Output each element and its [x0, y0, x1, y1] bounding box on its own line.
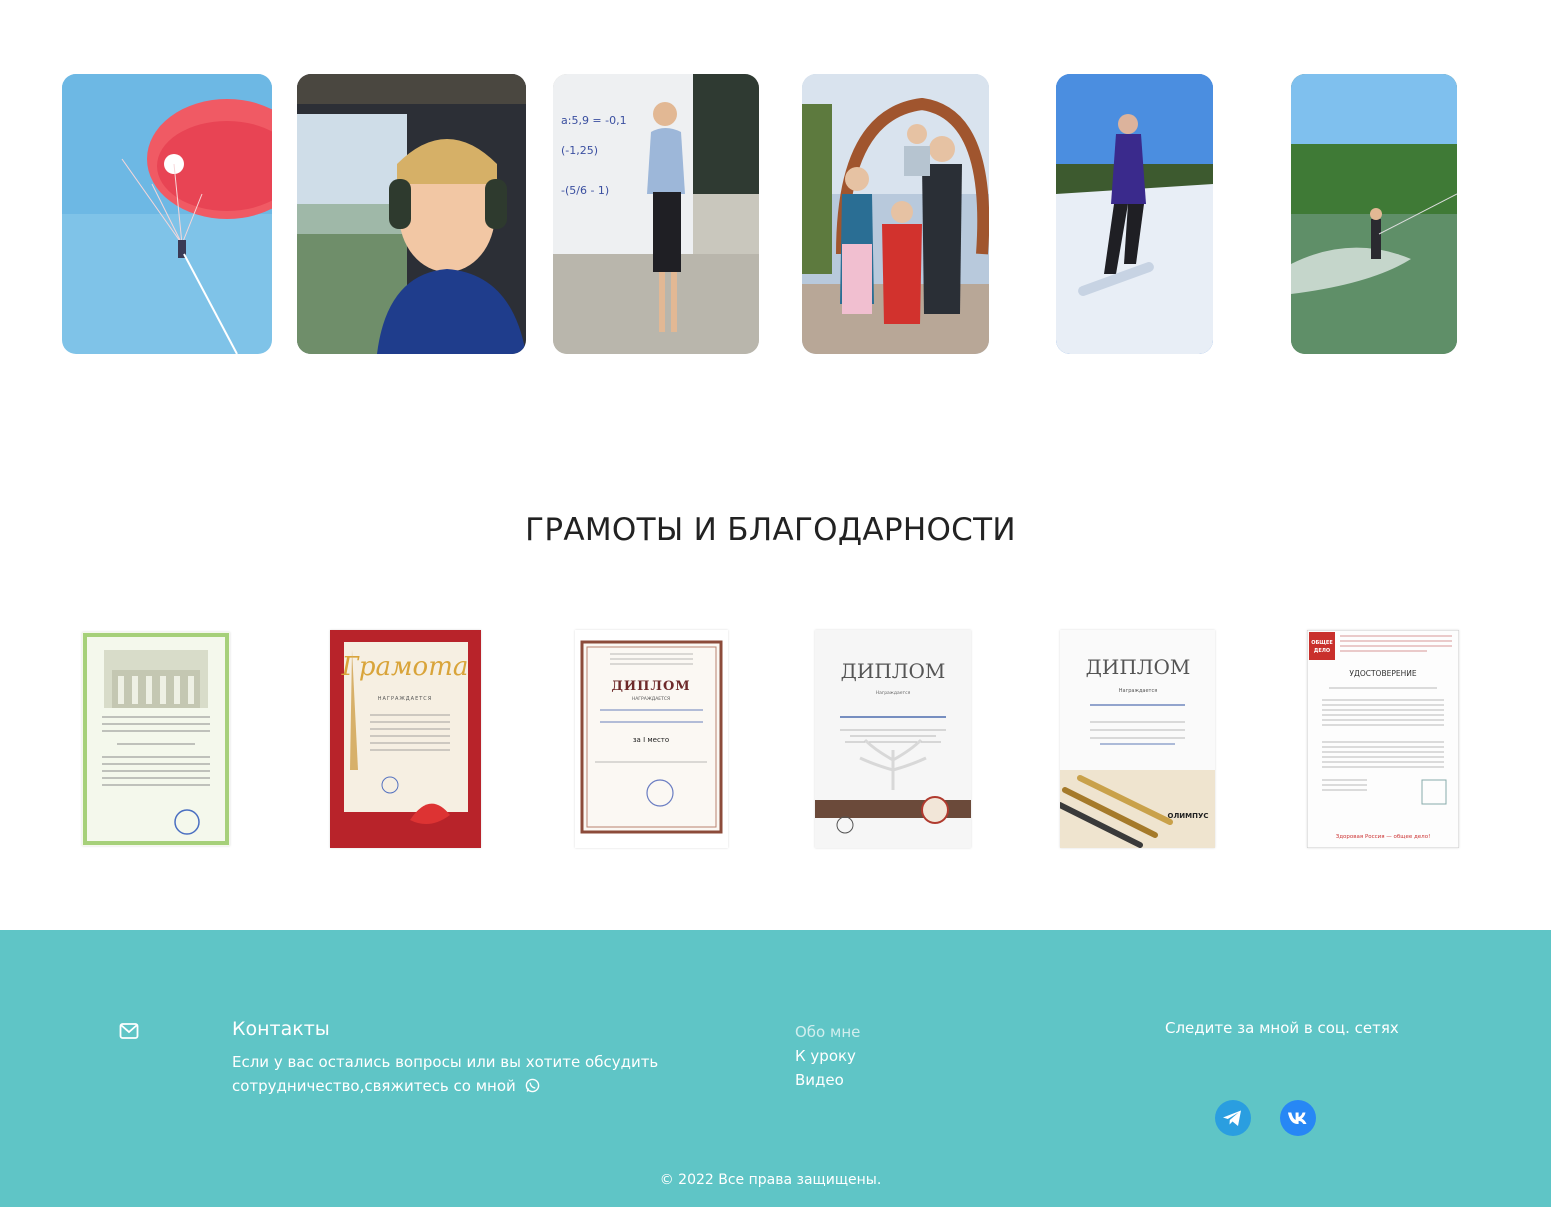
mail-icon[interactable]	[119, 1022, 139, 1040]
footer-link-video[interactable]: Видео	[795, 1068, 860, 1092]
social-title: Следите за мной в соц. сетях	[1165, 1019, 1399, 1037]
gallery-photo-parasailing[interactable]	[62, 74, 272, 354]
certificate-6[interactable]: ОБЩЕЕ ДЕЛО УДОСТОВЕРЕНИЕ Здоровая Россия…	[1307, 630, 1459, 848]
vk-icon	[1280, 1100, 1316, 1136]
certificate-1[interactable]	[82, 632, 230, 846]
awards-section-title: ГРАМОТЫ И БЛАГОДАРНОСТИ	[525, 512, 1016, 548]
certificate-image: ДИПЛОМ Награждается ОЛИМПУС	[1060, 630, 1215, 848]
footer-link-about[interactable]: Обо мне	[795, 1020, 860, 1044]
telegram-icon	[1215, 1100, 1251, 1136]
svg-text:-(5/6 - 1): -(5/6 - 1)	[561, 184, 609, 197]
certificate-image: ДИПЛОМ Награждается	[815, 630, 971, 848]
certificate-image: Грамота НАГРАЖДАЕТСЯ	[330, 630, 481, 848]
certificate-subheading: НАГРАЖДАЕТСЯ	[632, 696, 670, 702]
certificate-image	[82, 632, 230, 846]
certificate-image: ОБЩЕЕ ДЕЛО УДОСТОВЕРЕНИЕ Здоровая Россия…	[1307, 630, 1459, 848]
gallery-photo-wakeboarding[interactable]	[1291, 74, 1457, 354]
wakeboarding-photo	[1291, 74, 1457, 354]
certificate-subheading: НАГРАЖДАЕТСЯ	[378, 696, 433, 702]
certificate-heading: ДИПЛОМ	[611, 679, 690, 694]
site-footer: Контакты Если у вас остались вопросы или…	[0, 930, 1551, 1207]
certificate-heading: ДИПЛОМ	[1086, 655, 1191, 679]
contacts-title: Контакты	[232, 1018, 330, 1040]
parasailing-photo	[62, 74, 272, 354]
svg-text:a:5,9 = -0,1: a:5,9 = -0,1	[561, 114, 627, 127]
footer-link-lesson[interactable]: К уроку	[795, 1044, 860, 1068]
gallery-photo-helicopter[interactable]	[297, 74, 526, 354]
certificate-3[interactable]: ДИПЛОМ НАГРАЖДАЕТСЯ за I место	[575, 630, 728, 848]
svg-text:(-1,25): (-1,25)	[561, 144, 598, 157]
copyright-text: © 2022 Все права защищены.	[659, 1172, 882, 1188]
contacts-text: Если у вас остались вопросы или вы хотит…	[232, 1053, 659, 1095]
svg-text:ДЕЛО: ДЕЛО	[1314, 648, 1330, 654]
gallery-photo-teacher[interactable]: a:5,9 = -0,1 (-1,25) -(5/6 - 1)	[553, 74, 759, 354]
certificate-image: ДИПЛОМ НАГРАЖДАЕТСЯ за I место	[575, 630, 728, 848]
gallery-photo-snowboarding[interactable]	[1056, 74, 1213, 354]
telegram-button[interactable]	[1215, 1100, 1251, 1136]
vk-button[interactable]	[1280, 1100, 1316, 1136]
footer-nav: Обо мне К уроку Видео	[795, 1020, 860, 1092]
certificate-subheading: Награждается	[876, 690, 911, 696]
certificate-subheading: Награждается	[1119, 688, 1157, 694]
certificate-5[interactable]: ДИПЛОМ Награждается ОЛИМПУС	[1060, 630, 1215, 848]
svg-text:Здоровая Россия — общее дело!: Здоровая Россия — общее дело!	[1336, 834, 1431, 840]
whatsapp-icon[interactable]	[525, 1078, 540, 1093]
snowboarding-photo	[1056, 74, 1213, 354]
teacher-at-whiteboard-photo: a:5,9 = -0,1 (-1,25) -(5/6 - 1)	[553, 74, 759, 354]
svg-text:за I место: за I место	[633, 736, 669, 744]
gallery-photo-family[interactable]	[802, 74, 989, 354]
family-photo	[802, 74, 989, 354]
certificate-heading: УДОСТОВЕРЕНИЕ	[1349, 669, 1416, 678]
helicopter-pilot-photo	[297, 74, 526, 354]
certificate-heading: Грамота	[341, 652, 469, 682]
svg-text:ОЛИМПУС: ОЛИМПУС	[1168, 812, 1209, 820]
certificate-2[interactable]: Грамота НАГРАЖДАЕТСЯ	[330, 630, 481, 848]
contacts-description: Если у вас остались вопросы или вы хотит…	[232, 1050, 672, 1098]
certificate-heading: ДИПЛОМ	[841, 659, 946, 683]
certificate-4[interactable]: ДИПЛОМ Награждается	[815, 630, 971, 848]
svg-text:ОБЩЕЕ: ОБЩЕЕ	[1311, 640, 1333, 646]
